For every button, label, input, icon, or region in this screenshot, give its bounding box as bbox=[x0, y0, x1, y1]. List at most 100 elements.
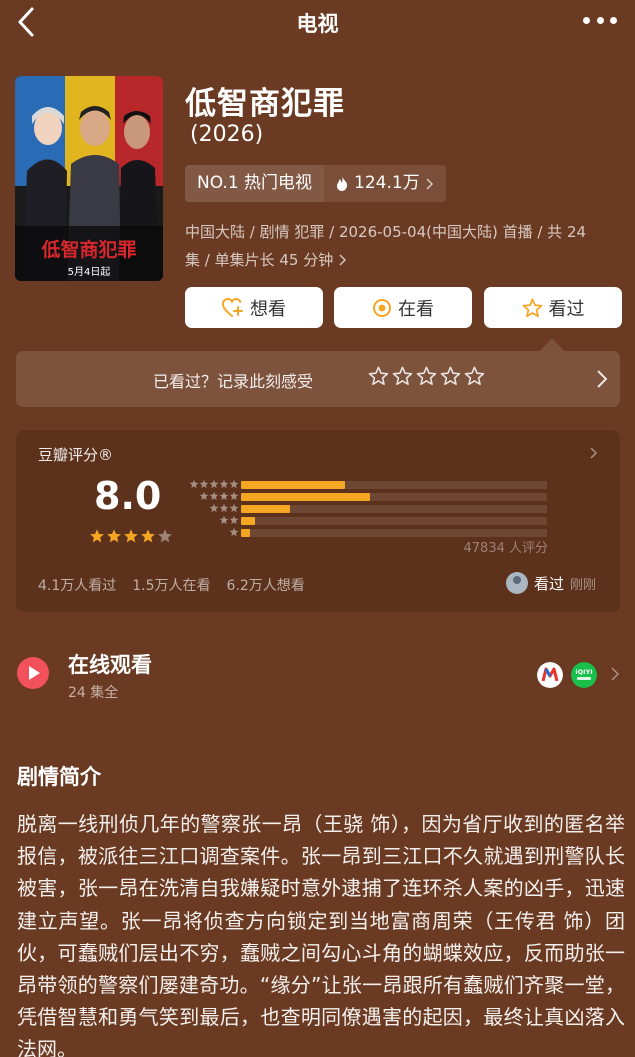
star-outline-icon[interactable] bbox=[464, 366, 485, 386]
star-icon bbox=[209, 491, 219, 500]
meta-line-2: 集 / 单集片长 45 分钟 bbox=[185, 251, 334, 269]
distribution-track bbox=[241, 493, 547, 501]
distribution-row bbox=[181, 490, 551, 502]
distribution-bar bbox=[241, 493, 370, 501]
poster-date: 5月4日起 bbox=[68, 266, 111, 278]
avatar bbox=[506, 572, 528, 594]
episode-count: 24 集全 bbox=[68, 685, 119, 701]
iqiyi-icon: iQIYI bbox=[571, 662, 597, 688]
rating-title: 豆瓣评分® bbox=[38, 446, 114, 464]
distribution-row bbox=[181, 514, 551, 526]
star-icon bbox=[199, 491, 209, 500]
distribution-track bbox=[241, 481, 547, 489]
page-title: 低智商犯罪 bbox=[185, 86, 345, 122]
meta-info[interactable]: 中国大陆 / 剧情 犯罪 / 2026-05-04(中国大陆) 首播 / 共 2… bbox=[185, 218, 625, 274]
star-icon bbox=[219, 479, 229, 488]
distribution-stars bbox=[219, 515, 239, 525]
distribution-row bbox=[181, 502, 551, 514]
distribution-row bbox=[181, 478, 551, 490]
star-icon bbox=[219, 515, 229, 524]
distribution-bar bbox=[241, 505, 290, 513]
chevron-right-icon bbox=[339, 254, 347, 266]
audience-stats: 4.1万人看过 1.5万人在看 6.2万人想看 bbox=[38, 575, 305, 595]
record-star-rating[interactable] bbox=[368, 366, 485, 386]
star-icon bbox=[189, 479, 199, 488]
distribution-stars bbox=[189, 479, 239, 489]
more-options-icon[interactable] bbox=[583, 10, 617, 30]
star-icon bbox=[158, 529, 172, 543]
star-icon bbox=[199, 479, 209, 488]
rank-badge[interactable]: NO.1 热门电视 124.1万 bbox=[185, 165, 446, 202]
star-outline-icon[interactable] bbox=[440, 366, 461, 386]
rating-stars bbox=[89, 528, 173, 544]
star-icon bbox=[219, 503, 229, 512]
want-count: 6.2万人想看 bbox=[226, 578, 305, 594]
watch-online-title: 在线观看 bbox=[68, 653, 152, 677]
star-icon bbox=[141, 529, 155, 543]
rating-distribution bbox=[181, 478, 551, 538]
target-icon bbox=[373, 298, 391, 317]
chevron-right-icon bbox=[426, 177, 433, 190]
my-status[interactable]: 看过 刚刚 bbox=[506, 572, 596, 594]
watched-button[interactable]: 看过 bbox=[484, 287, 622, 328]
star-outline-icon bbox=[522, 297, 542, 317]
rating-count: 47834 人评分 bbox=[463, 541, 549, 556]
heart-plus-icon bbox=[222, 297, 243, 317]
watched-label: 看过 bbox=[548, 298, 585, 320]
star-icon bbox=[229, 515, 239, 524]
chevron-right-icon bbox=[611, 667, 619, 681]
synopsis-text: 脱离一线刑侦几年的警察张一昂（王骁 饰），因为省厅收到的匿名举报信，被派往三江口… bbox=[17, 812, 625, 1057]
star-outline-icon[interactable] bbox=[392, 366, 413, 386]
flame-icon bbox=[337, 176, 348, 191]
star-icon bbox=[229, 503, 239, 512]
release-year: (2026) bbox=[190, 122, 264, 147]
chevron-right-icon bbox=[597, 370, 608, 388]
distribution-bar bbox=[241, 517, 255, 525]
want-to-watch-button[interactable]: 想看 bbox=[185, 287, 323, 328]
watching-button[interactable]: 在看 bbox=[334, 287, 472, 328]
mango-tv-icon bbox=[537, 662, 563, 688]
distribution-stars bbox=[229, 527, 239, 537]
distribution-track bbox=[241, 517, 547, 525]
rating-score: 8.0 bbox=[94, 474, 162, 518]
star-outline-icon[interactable] bbox=[416, 366, 437, 386]
iqiyi-label: iQIYI bbox=[575, 668, 592, 676]
star-icon bbox=[90, 529, 104, 543]
heat-value: 124.1万 bbox=[324, 165, 446, 202]
my-status-label: 看过 bbox=[534, 574, 565, 593]
rating-card[interactable]: 豆瓣评分® 8.0 47834 人评分 4.1万人看过 1.5万人在看 6.2万… bbox=[16, 430, 620, 612]
star-icon bbox=[209, 503, 219, 512]
play-icon bbox=[17, 657, 49, 689]
poster[interactable]: 低智商犯罪 5月4日起 bbox=[15, 76, 163, 281]
synopsis-title: 剧情简介 bbox=[17, 765, 101, 789]
watching-count: 1.5万人在看 bbox=[132, 578, 211, 594]
record-prompt: 已看过？记录此刻感受 bbox=[153, 372, 314, 391]
distribution-bar bbox=[241, 529, 251, 537]
star-icon bbox=[219, 491, 229, 500]
distribution-bar bbox=[241, 481, 346, 489]
record-pointer bbox=[540, 338, 564, 351]
chevron-right-icon bbox=[590, 447, 598, 459]
rank-label: NO.1 热门电视 bbox=[185, 165, 325, 202]
watching-label: 在看 bbox=[398, 298, 434, 320]
seen-count: 4.1万人看过 bbox=[38, 578, 117, 594]
nav-bar: 电视 bbox=[0, 0, 635, 44]
record-feeling-bar[interactable]: 已看过？记录此刻感受 bbox=[16, 351, 620, 407]
nav-title: 电视 bbox=[296, 12, 339, 36]
distribution-track bbox=[241, 505, 547, 513]
my-status-time: 刚刚 bbox=[570, 577, 597, 593]
distribution-stars bbox=[209, 503, 239, 513]
star-icon bbox=[107, 529, 121, 543]
poster-title: 低智商犯罪 bbox=[40, 238, 136, 261]
meta-line-1: 中国大陆 / 剧情 犯罪 / 2026-05-04(中国大陆) 首播 / 共 2… bbox=[185, 223, 587, 241]
heat-number: 124.1万 bbox=[354, 173, 420, 193]
distribution-track bbox=[241, 529, 547, 537]
star-icon bbox=[124, 529, 138, 543]
star-outline-icon[interactable] bbox=[368, 366, 389, 386]
star-icon bbox=[229, 479, 239, 488]
distribution-stars bbox=[199, 491, 239, 501]
star-icon bbox=[229, 527, 239, 536]
want-to-watch-label: 想看 bbox=[250, 298, 286, 320]
star-icon bbox=[209, 479, 219, 488]
watch-online-row[interactable]: 在线观看 24 集全 iQIYI bbox=[0, 640, 635, 710]
